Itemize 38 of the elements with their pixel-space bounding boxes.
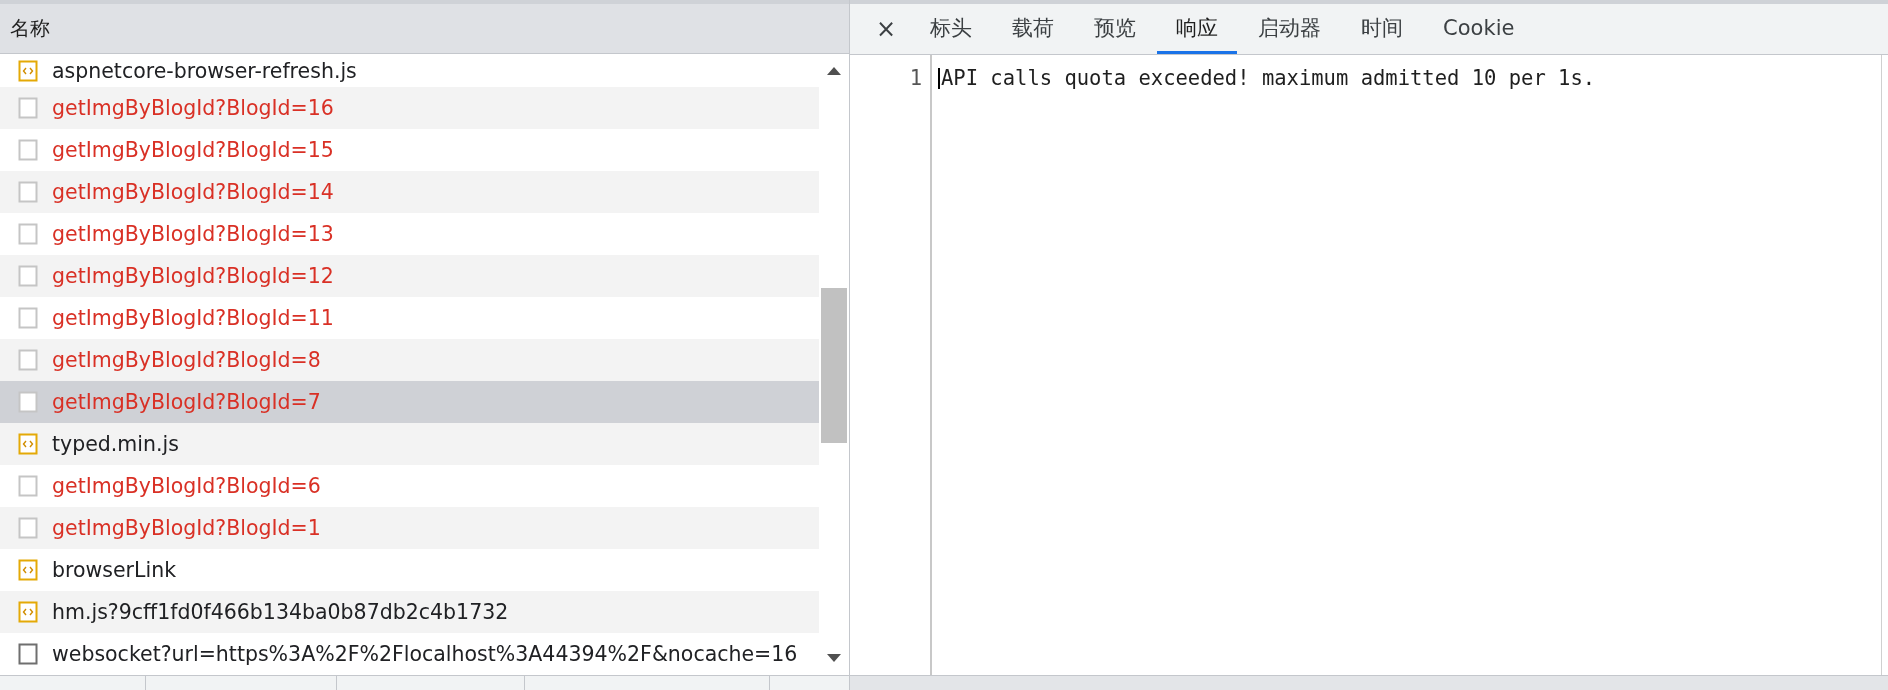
request-name: getImgByBlogId?BlogId=7 bbox=[52, 390, 321, 414]
request-name: getImgByBlogId?BlogId=13 bbox=[52, 222, 334, 246]
scrollbar-thumb[interactable] bbox=[821, 288, 847, 443]
request-name: getImgByBlogId?BlogId=1 bbox=[52, 516, 321, 540]
tab[interactable]: Cookie bbox=[1424, 4, 1534, 54]
request-name: getImgByBlogId?BlogId=6 bbox=[52, 474, 321, 498]
request-name: getImgByBlogId?BlogId=14 bbox=[52, 180, 334, 204]
request-row[interactable]: getImgByBlogId?BlogId=16 bbox=[0, 87, 819, 129]
text-cursor bbox=[938, 67, 940, 89]
close-button[interactable]: × bbox=[862, 4, 911, 54]
request-name: browserLink bbox=[52, 558, 176, 582]
request-row[interactable]: hm.js?9cff1fd0f466b134ba0b87db2c4b1732 bbox=[0, 591, 819, 633]
request-row[interactable]: getImgByBlogId?BlogId=8 bbox=[0, 339, 819, 381]
request-row[interactable]: typed.min.js bbox=[0, 423, 819, 465]
scroll-down-arrow-icon[interactable] bbox=[826, 653, 842, 663]
request-name: typed.min.js bbox=[52, 432, 179, 456]
tab[interactable]: 载荷 bbox=[993, 4, 1074, 54]
scroll-up-arrow-icon[interactable] bbox=[826, 66, 842, 76]
request-name: hm.js?9cff1fd0f466b134ba0b87db2c4b1732 bbox=[52, 600, 509, 624]
tab[interactable]: 时间 bbox=[1342, 4, 1423, 54]
request-name: aspnetcore-browser-refresh.js bbox=[52, 58, 357, 83]
column-header[interactable]: 名称 bbox=[0, 0, 849, 54]
request-name: websocket?url=https%3A%2F%2Flocalhost%3A44394%2F&nocache=16 bbox=[52, 642, 798, 666]
request-name: getImgByBlogId?BlogId=16 bbox=[52, 96, 334, 120]
request-row[interactable]: getImgByBlogId?BlogId=14 bbox=[0, 171, 819, 213]
tab[interactable]: 预览 bbox=[1075, 4, 1156, 54]
request-name: getImgByBlogId?BlogId=15 bbox=[52, 138, 334, 162]
horizontal-scrollbar[interactable] bbox=[850, 675, 1888, 690]
request-name: getImgByBlogId?BlogId=11 bbox=[52, 306, 334, 330]
tab[interactable]: 启动器 bbox=[1239, 4, 1341, 54]
line-number: 1 bbox=[909, 66, 922, 90]
request-name: getImgByBlogId?BlogId=12 bbox=[52, 264, 334, 288]
tab[interactable]: 标头 bbox=[911, 4, 992, 54]
request-name: getImgByBlogId?BlogId=8 bbox=[52, 348, 321, 372]
request-row[interactable]: getImgByBlogId?BlogId=1 bbox=[0, 507, 819, 549]
response-text: API calls quota exceeded! maximum admitted 10 per 1s. bbox=[941, 66, 1596, 90]
request-row[interactable]: getImgByBlogId?BlogId=12 bbox=[0, 255, 819, 297]
tab[interactable]: 响应 bbox=[1157, 4, 1238, 54]
